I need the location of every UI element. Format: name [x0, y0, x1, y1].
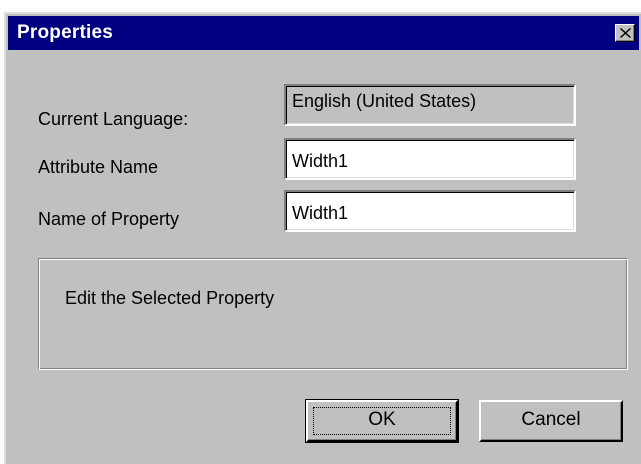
attribute-name-label: Attribute Name: [38, 157, 159, 177]
close-button[interactable]: [615, 24, 635, 42]
cancel-button[interactable]: Cancel: [479, 400, 623, 442]
cancel-button-label: Cancel: [521, 409, 581, 430]
current-language-value: English (United States): [292, 91, 477, 111]
group-description: Edit the Selected Property: [65, 288, 275, 308]
current-language-field: English (United States): [284, 84, 576, 126]
current-language-label: Current Language:: [38, 109, 189, 129]
ok-button-label: OK: [368, 409, 396, 430]
ok-button[interactable]: OK: [305, 399, 459, 443]
properties-dialog: Properties Current Language: English (Un…: [4, 12, 641, 464]
title-bar[interactable]: Properties: [8, 16, 639, 50]
edit-property-groupbox: Edit the Selected Property: [38, 258, 628, 370]
close-x-icon: [620, 28, 631, 38]
name-of-property-input[interactable]: [284, 190, 576, 232]
attribute-name-input[interactable]: [284, 138, 576, 180]
dialog-title: Properties: [17, 22, 113, 43]
name-of-property-label: Name of Property: [38, 209, 180, 229]
